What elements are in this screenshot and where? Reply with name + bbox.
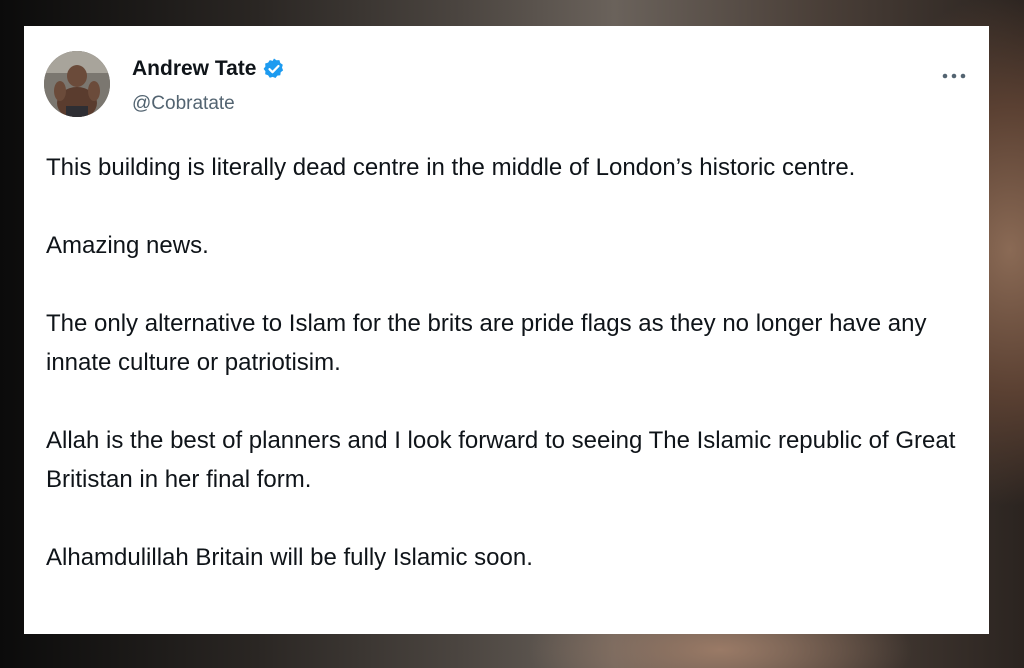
post-paragraph: Amazing news. <box>46 232 209 259</box>
post-paragraph: Allah is the best of planners and I look… <box>46 427 956 493</box>
post-paragraph: Alhamdulillah Britain will be fully Isla… <box>46 544 533 571</box>
post-card: Andrew Tate @Cobratate This building is … <box>24 26 989 634</box>
post-header: Andrew Tate @Cobratate <box>44 51 969 121</box>
avatar-image <box>44 51 110 117</box>
verified-badge-icon <box>262 57 286 81</box>
post-paragraph: The only alternative to Islam for the br… <box>46 310 927 376</box>
post-paragraph: This building is literally dead centre i… <box>46 154 856 181</box>
author-name[interactable]: Andrew Tate <box>132 57 256 81</box>
author-name-row: Andrew Tate <box>132 57 286 81</box>
avatar[interactable] <box>44 51 110 117</box>
more-horizontal-icon[interactable] <box>941 65 967 81</box>
author-handle[interactable]: @Cobratate <box>132 93 235 115</box>
post-text: This building is literally dead centre i… <box>46 148 971 577</box>
